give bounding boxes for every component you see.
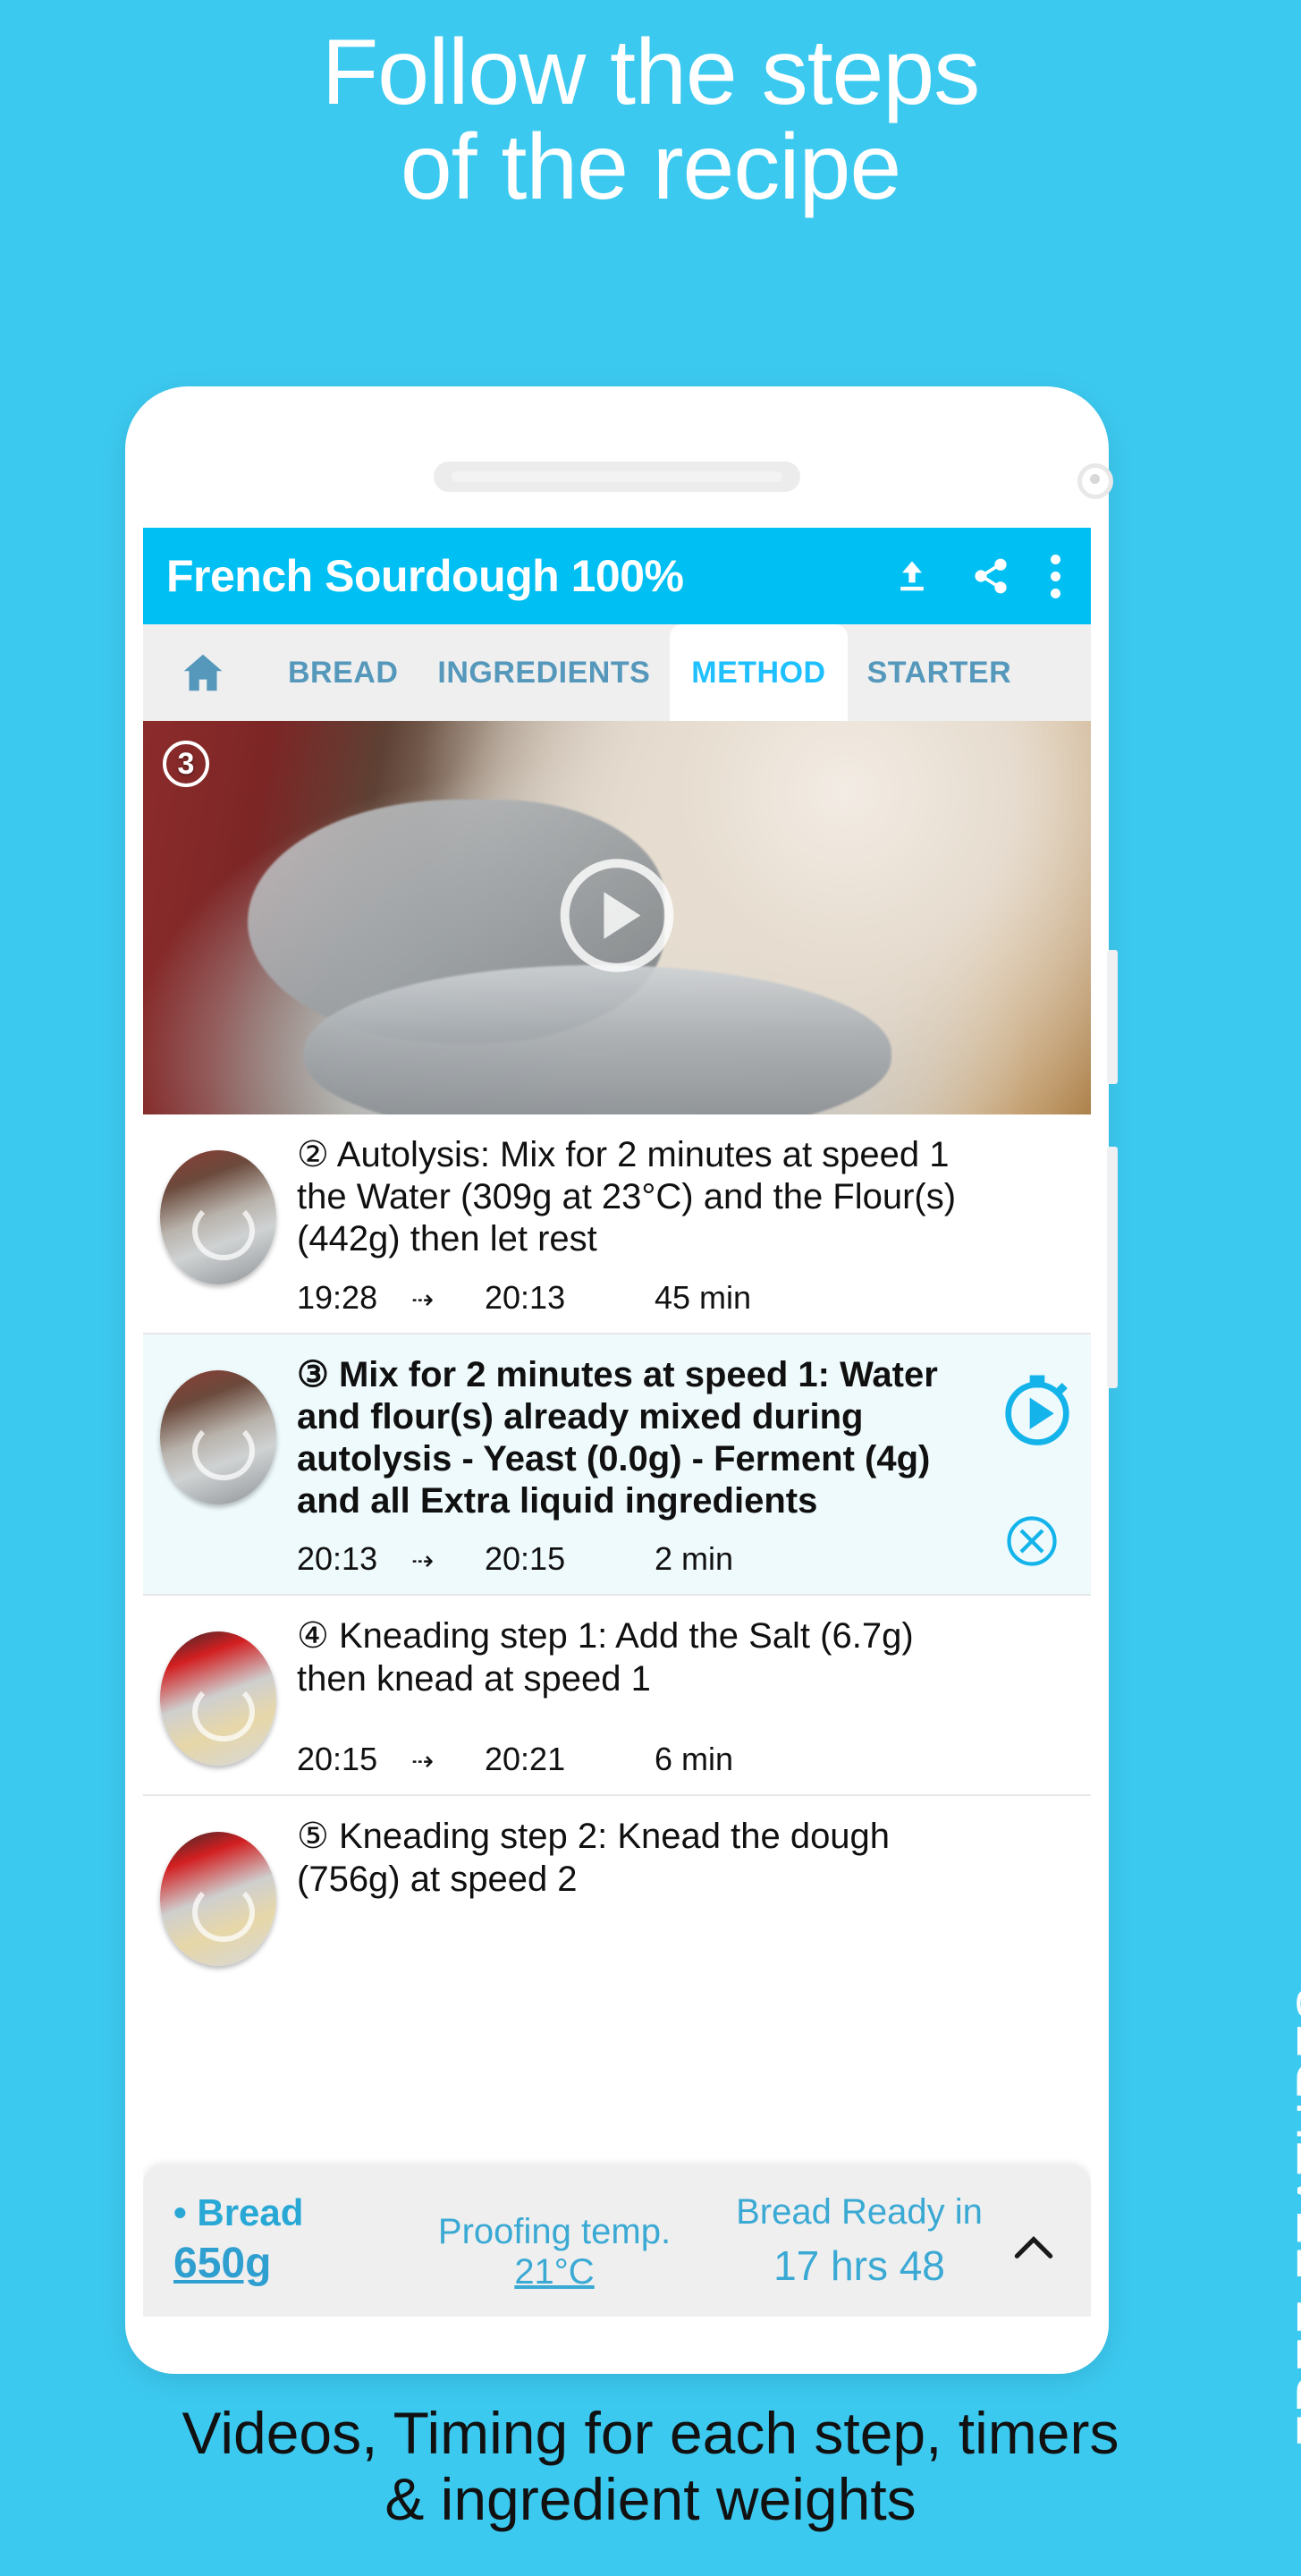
stopwatch-play-icon[interactable] xyxy=(993,1363,1082,1457)
phone-speaker-grille xyxy=(434,462,800,492)
app-bar-actions xyxy=(892,554,1068,598)
step-thumbnail[interactable] xyxy=(143,1134,293,1333)
step-text: ③ Mix for 2 minutes at speed 1: Water an… xyxy=(297,1354,938,1521)
phone-mockup: French Sourdough 100% BREAD INGREDIENTS … xyxy=(125,386,1118,2374)
step-times: 20:13 ⇢ 20:15 2 min xyxy=(297,1522,976,1594)
step-duration: 45 min xyxy=(655,1278,752,1316)
step-actions xyxy=(993,1134,1091,1333)
step-text: ⑤ Kneading step 2: Knead the dough (756g… xyxy=(297,1817,891,1899)
video-step-badge: 3 xyxy=(163,741,209,787)
step-row[interactable]: ④ Kneading step 1: Add the Salt (6.7g) t… xyxy=(143,1596,1091,1797)
step-arrow-icon: ⇢ xyxy=(411,1284,434,1315)
share-icon[interactable] xyxy=(971,556,1010,596)
step-start-time: 19:28 xyxy=(297,1278,378,1316)
phone-side-button-power xyxy=(1107,1147,1118,1388)
step-times: 20:15 ⇢ 20:21 6 min xyxy=(297,1723,976,1794)
step-end-time: 20:15 xyxy=(485,1540,566,1578)
step-arrow-icon: ⇢ xyxy=(411,1546,434,1577)
tab-home[interactable] xyxy=(143,624,268,721)
step-text: ② Autolysis: Mix for 2 minutes at speed … xyxy=(297,1135,957,1259)
tab-bread[interactable]: BREAD xyxy=(268,624,418,721)
step-start-time: 20:15 xyxy=(297,1741,378,1778)
proofing-temp-group: Proofing temp. 21°C xyxy=(397,2189,712,2292)
tab-ingredients-label: INGREDIENTS xyxy=(437,655,651,690)
phone-front-camera xyxy=(1077,463,1113,499)
bread-ready-label: Bread Ready in xyxy=(736,2191,983,2232)
bottom-summary-bar[interactable]: • Bread 650g Proofing temp. 21°C Bread R… xyxy=(143,2165,1091,2317)
step-thumbnail[interactable] xyxy=(143,1615,293,1794)
free-features-label: FREE FEATURES xyxy=(1286,1984,1301,2448)
home-icon xyxy=(179,648,227,697)
promo-caption-line1: Videos, Timing for each step, timers xyxy=(182,2400,1119,2467)
step-row-active[interactable]: ③ Mix for 2 minutes at speed 1: Water an… xyxy=(143,1334,1091,1597)
step-start-time: 20:13 xyxy=(297,1540,378,1578)
app-screen: French Sourdough 100% BREAD INGREDIENTS … xyxy=(143,528,1091,2317)
bread-ready-value: 17 hrs 48 xyxy=(773,2241,945,2289)
step-actions xyxy=(993,1354,1091,1595)
bottom-bar-left: • Bread 650g xyxy=(173,2193,397,2287)
promo-headline-line2: of the recipe xyxy=(400,115,901,220)
step-duration: 6 min xyxy=(655,1741,734,1778)
bread-weight-value[interactable]: 650g xyxy=(173,2239,271,2288)
step-actions xyxy=(993,1816,1091,1966)
step-text: ④ Kneading step 1: Add the Salt (6.7g) t… xyxy=(297,1616,914,1699)
app-bar-title: French Sourdough 100% xyxy=(166,551,684,601)
cancel-circle-icon[interactable] xyxy=(1000,1509,1064,1578)
step-actions xyxy=(993,1615,1091,1794)
tab-starter[interactable]: STARTER xyxy=(848,624,1032,721)
bread-label: • Bread xyxy=(173,2191,304,2234)
phone-side-button-volume xyxy=(1107,950,1118,1084)
promo-caption-line2: & ingredient weights xyxy=(384,2466,917,2533)
step-arrow-icon: ⇢ xyxy=(411,1747,434,1777)
step-thumbnail[interactable] xyxy=(143,1354,293,1595)
step-row[interactable]: ⑤ Kneading step 2: Knead the dough (756g… xyxy=(143,1796,1091,1967)
step-thumbnail[interactable] xyxy=(143,1816,293,1967)
step-end-time: 20:21 xyxy=(485,1741,566,1778)
overflow-menu-icon[interactable] xyxy=(1050,554,1060,598)
step-video-player[interactable]: 3 xyxy=(143,721,1091,1114)
promo-headline-line1: Follow the steps xyxy=(321,21,980,124)
step-row[interactable]: ② Autolysis: Mix for 2 minutes at speed … xyxy=(143,1114,1091,1335)
tab-method-label: METHOD xyxy=(691,655,826,690)
chevron-up-icon[interactable] xyxy=(1007,2216,1060,2266)
bread-ready-group: Bread Ready in 17 hrs 48 xyxy=(712,2192,1007,2290)
play-circle-icon[interactable] xyxy=(554,853,680,983)
tab-method[interactable]: METHOD xyxy=(670,624,848,721)
tab-starter-label: STARTER xyxy=(866,655,1012,690)
tab-ingredients[interactable]: INGREDIENTS xyxy=(418,624,670,721)
proofing-temp-label: Proofing temp. xyxy=(437,2212,672,2251)
method-steps-list: ② Autolysis: Mix for 2 minutes at speed … xyxy=(143,1114,1091,1967)
promo-caption: Videos, Timing for each step, timers & i… xyxy=(0,2400,1301,2533)
step-times: 19:28 ⇢ 20:13 45 min xyxy=(297,1261,976,1333)
tab-bread-label: BREAD xyxy=(288,655,399,690)
step-duration: 2 min xyxy=(655,1540,734,1578)
upload-icon[interactable] xyxy=(892,556,932,596)
tab-bar: BREAD INGREDIENTS METHOD STARTER xyxy=(143,624,1091,721)
step-end-time: 20:13 xyxy=(485,1278,566,1316)
app-bar: French Sourdough 100% xyxy=(143,528,1091,624)
proofing-temp-value[interactable]: 21°C xyxy=(514,2252,594,2292)
promo-headline: Follow the steps of the recipe xyxy=(0,25,1301,215)
